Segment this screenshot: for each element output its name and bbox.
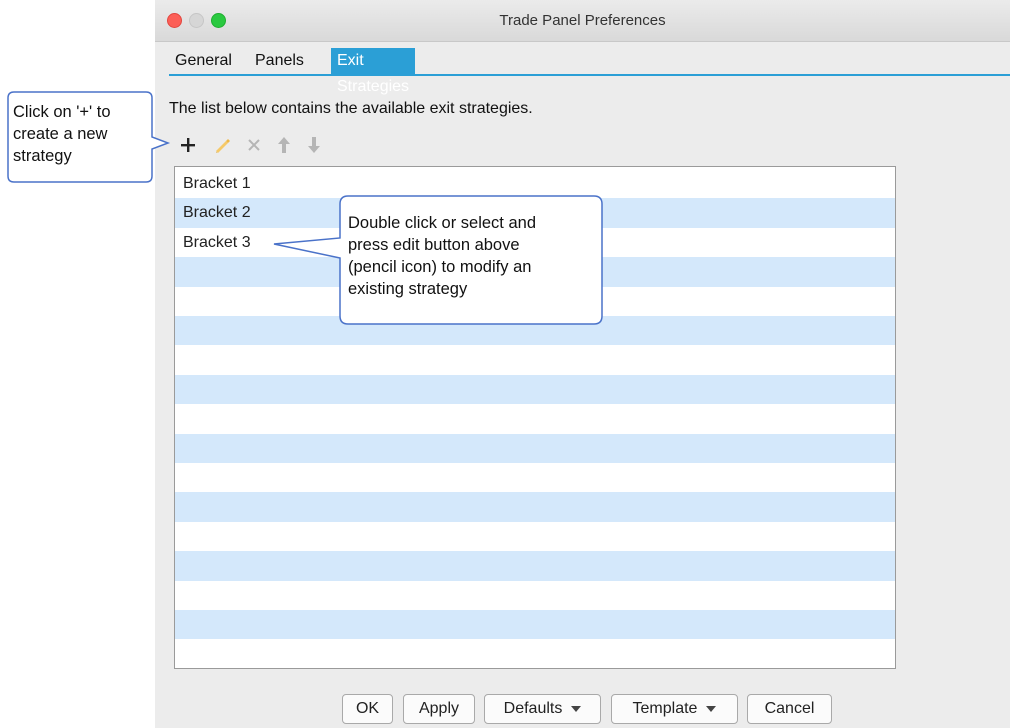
tab-panels[interactable]: Panels [249, 48, 310, 74]
arrow-up-icon [278, 137, 290, 153]
plus-icon [181, 138, 195, 152]
edit-callout-text: Double click or select and press edit bu… [348, 212, 536, 300]
apply-button[interactable]: Apply [403, 694, 475, 724]
apply-label: Apply [418, 700, 460, 717]
tab-underline [169, 74, 1010, 76]
ok-label: OK [355, 700, 380, 717]
chevron-down-icon [571, 705, 582, 712]
tab-general[interactable]: General [169, 48, 238, 74]
add-callout-line: Click on '+' to [13, 103, 111, 121]
edit-strategy-button[interactable] [211, 134, 233, 156]
move-up-button[interactable] [273, 134, 295, 156]
tab-exit-strategies[interactable]: Exit Strategies [331, 48, 416, 95]
preferences-window: Trade Panel Preferences General Panels E… [155, 0, 1010, 728]
pencil-icon [216, 139, 230, 153]
list-row-empty [175, 463, 895, 492]
list-row-empty [175, 522, 895, 551]
list-row-empty [175, 374, 895, 405]
list-row-empty [175, 433, 895, 463]
defaults-label: Defaults [503, 700, 563, 717]
list-item[interactable]: Bracket 1 [175, 169, 895, 198]
add-callout-line: strategy [13, 147, 72, 165]
list-row-empty [175, 610, 895, 640]
cancel-button[interactable]: Cancel [747, 694, 832, 724]
template-label: Template [632, 700, 698, 717]
list-row-empty [175, 404, 895, 433]
move-down-button[interactable] [303, 134, 325, 156]
add-callout-line: create a new [13, 125, 108, 143]
ok-button[interactable]: OK [342, 694, 393, 724]
list-row-empty [175, 492, 895, 522]
delete-strategy-button[interactable] [243, 134, 265, 156]
add-strategy-button[interactable] [177, 134, 199, 156]
edit-callout-line: existing strategy [348, 280, 468, 298]
list-row-empty [175, 639, 895, 668]
list-row-empty [175, 551, 895, 581]
cancel-label: Cancel [764, 700, 815, 717]
edit-callout-line: (pencil icon) to modify an [348, 258, 532, 276]
list-row-empty [175, 581, 895, 610]
defaults-dropdown-button[interactable]: Defaults [484, 694, 601, 724]
x-icon [248, 139, 260, 151]
edit-callout-line: Double click or select and [348, 214, 537, 232]
arrow-down-icon [308, 137, 320, 153]
add-callout-text: Click on '+' to create a new strategy [13, 101, 111, 167]
template-dropdown-button[interactable]: Template [611, 694, 738, 724]
title-bar: Trade Panel Preferences [155, 0, 1010, 42]
edit-callout-line: press edit button above [348, 236, 520, 254]
strategies-description: The list below contains the available ex… [169, 100, 533, 117]
window-title: Trade Panel Preferences [499, 12, 666, 29]
chevron-down-icon [706, 705, 717, 712]
list-row-empty [175, 345, 895, 374]
list-row-empty [175, 316, 895, 346]
